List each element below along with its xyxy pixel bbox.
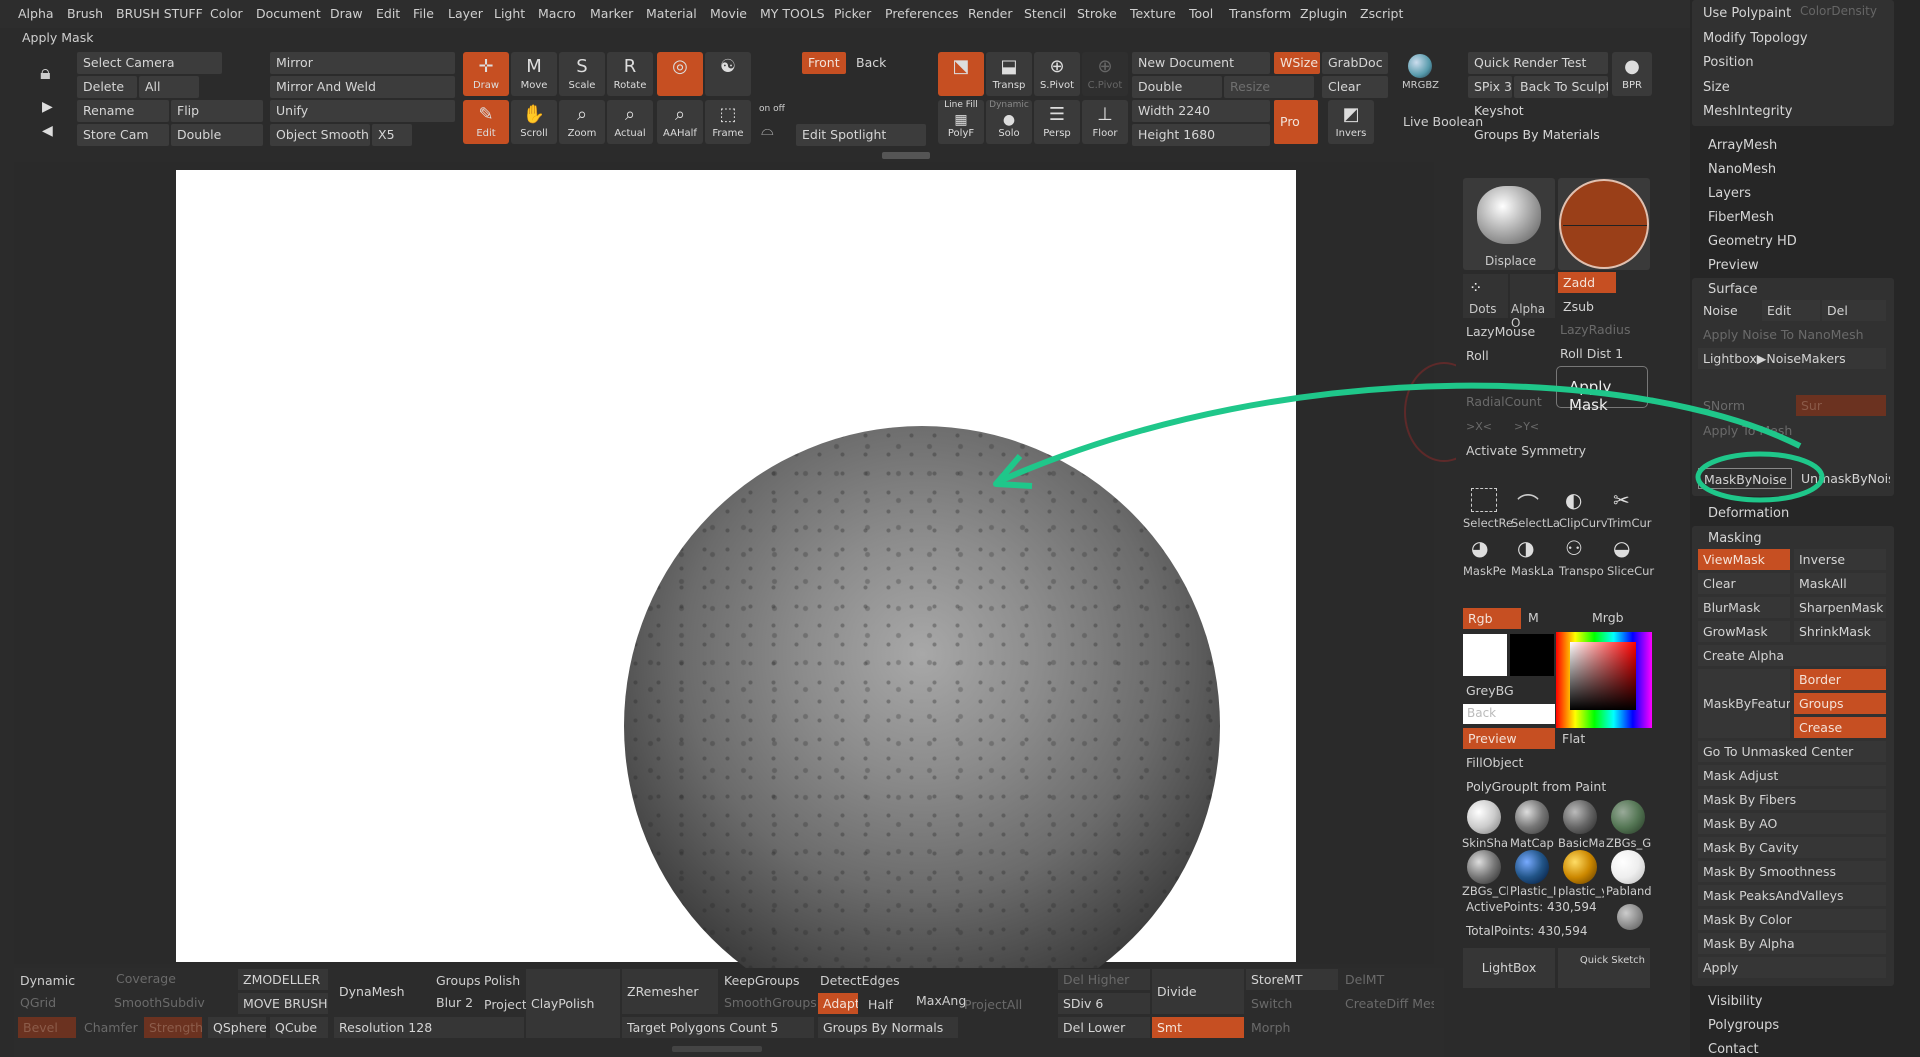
annotation-highlight-ring (1695, 451, 1825, 503)
annotation-overlay (993, 382, 1825, 503)
annotation-arrow (1000, 382, 1802, 483)
